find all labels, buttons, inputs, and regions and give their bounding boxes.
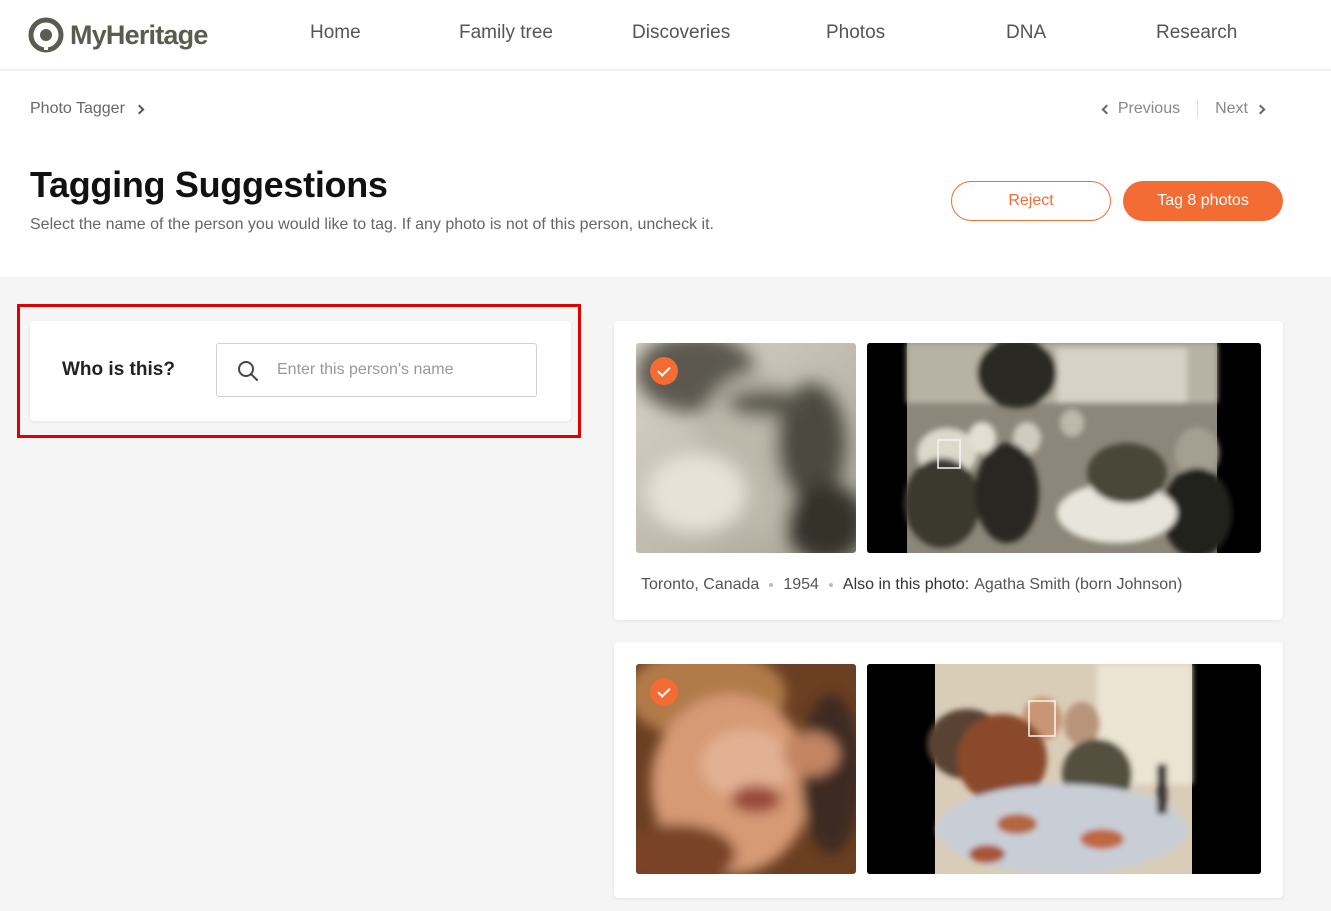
pager-divider xyxy=(1197,100,1199,118)
nav-dna[interactable]: DNA xyxy=(1006,22,1046,44)
previous-link[interactable]: Previous xyxy=(1101,100,1181,118)
nav-photos[interactable]: Photos xyxy=(826,22,885,44)
nav-discoveries[interactable]: Discoveries xyxy=(632,22,730,44)
top-navigation: MyHeritage Home Family tree Discoveries … xyxy=(0,0,1331,70)
page-subtitle: Select the name of the person you would … xyxy=(30,216,714,233)
page-header: Photo Tagger Previous Next Tagging Sugge… xyxy=(0,71,1331,277)
face-crop-photo[interactable] xyxy=(636,343,856,553)
who-is-this-label: Who is this? xyxy=(62,359,175,380)
separator-dot xyxy=(769,583,774,587)
also-in-photo-names[interactable]: Agatha Smith (born Johnson) xyxy=(974,576,1182,594)
separator-dot xyxy=(828,583,833,587)
nav-home[interactable]: Home xyxy=(310,22,361,44)
logo-icon xyxy=(28,17,64,53)
tag-photos-button[interactable]: Tag 8 photos xyxy=(1123,181,1283,221)
also-in-photo-label: Also in this photo: xyxy=(842,576,970,593)
face-crop-photo[interactable] xyxy=(636,664,856,874)
photo-year: 1954 xyxy=(783,576,819,593)
nav-research[interactable]: Research xyxy=(1156,22,1237,44)
page-title: Tagging Suggestions xyxy=(30,164,388,205)
who-is-this-card: Who is this? xyxy=(30,321,571,421)
full-photo[interactable] xyxy=(867,343,1261,553)
breadcrumb-label: Photo Tagger xyxy=(30,100,125,117)
person-name-input[interactable] xyxy=(277,344,527,396)
search-icon xyxy=(238,361,258,381)
next-link[interactable]: Next xyxy=(1215,100,1266,118)
next-label: Next xyxy=(1215,100,1248,117)
full-photo-image xyxy=(867,664,1261,874)
photo-location: Toronto, Canada xyxy=(641,576,760,593)
full-photo-image xyxy=(867,343,1261,553)
full-photo[interactable] xyxy=(867,664,1261,874)
chevron-right-icon xyxy=(134,104,145,114)
select-checkbox[interactable] xyxy=(650,678,678,706)
chevron-left-icon xyxy=(1101,104,1112,114)
previous-label: Previous xyxy=(1117,100,1181,117)
photo-metadata: Toronto, Canada 1954 Also in this photo:… xyxy=(641,576,1182,594)
select-checkbox[interactable] xyxy=(650,357,678,385)
nav-family-tree[interactable]: Family tree xyxy=(459,22,553,44)
pager: Previous Next xyxy=(1101,100,1266,118)
breadcrumb[interactable]: Photo Tagger xyxy=(30,100,145,118)
person-search-box[interactable] xyxy=(216,343,537,397)
myheritage-logo[interactable]: MyHeritage xyxy=(28,17,208,53)
logo-text: MyHeritage xyxy=(70,19,208,50)
reject-button[interactable]: Reject xyxy=(951,181,1111,221)
chevron-right-icon xyxy=(1255,104,1266,114)
suggestion-card xyxy=(614,642,1283,898)
suggestion-card: Toronto, Canada 1954 Also in this photo:… xyxy=(614,321,1283,620)
